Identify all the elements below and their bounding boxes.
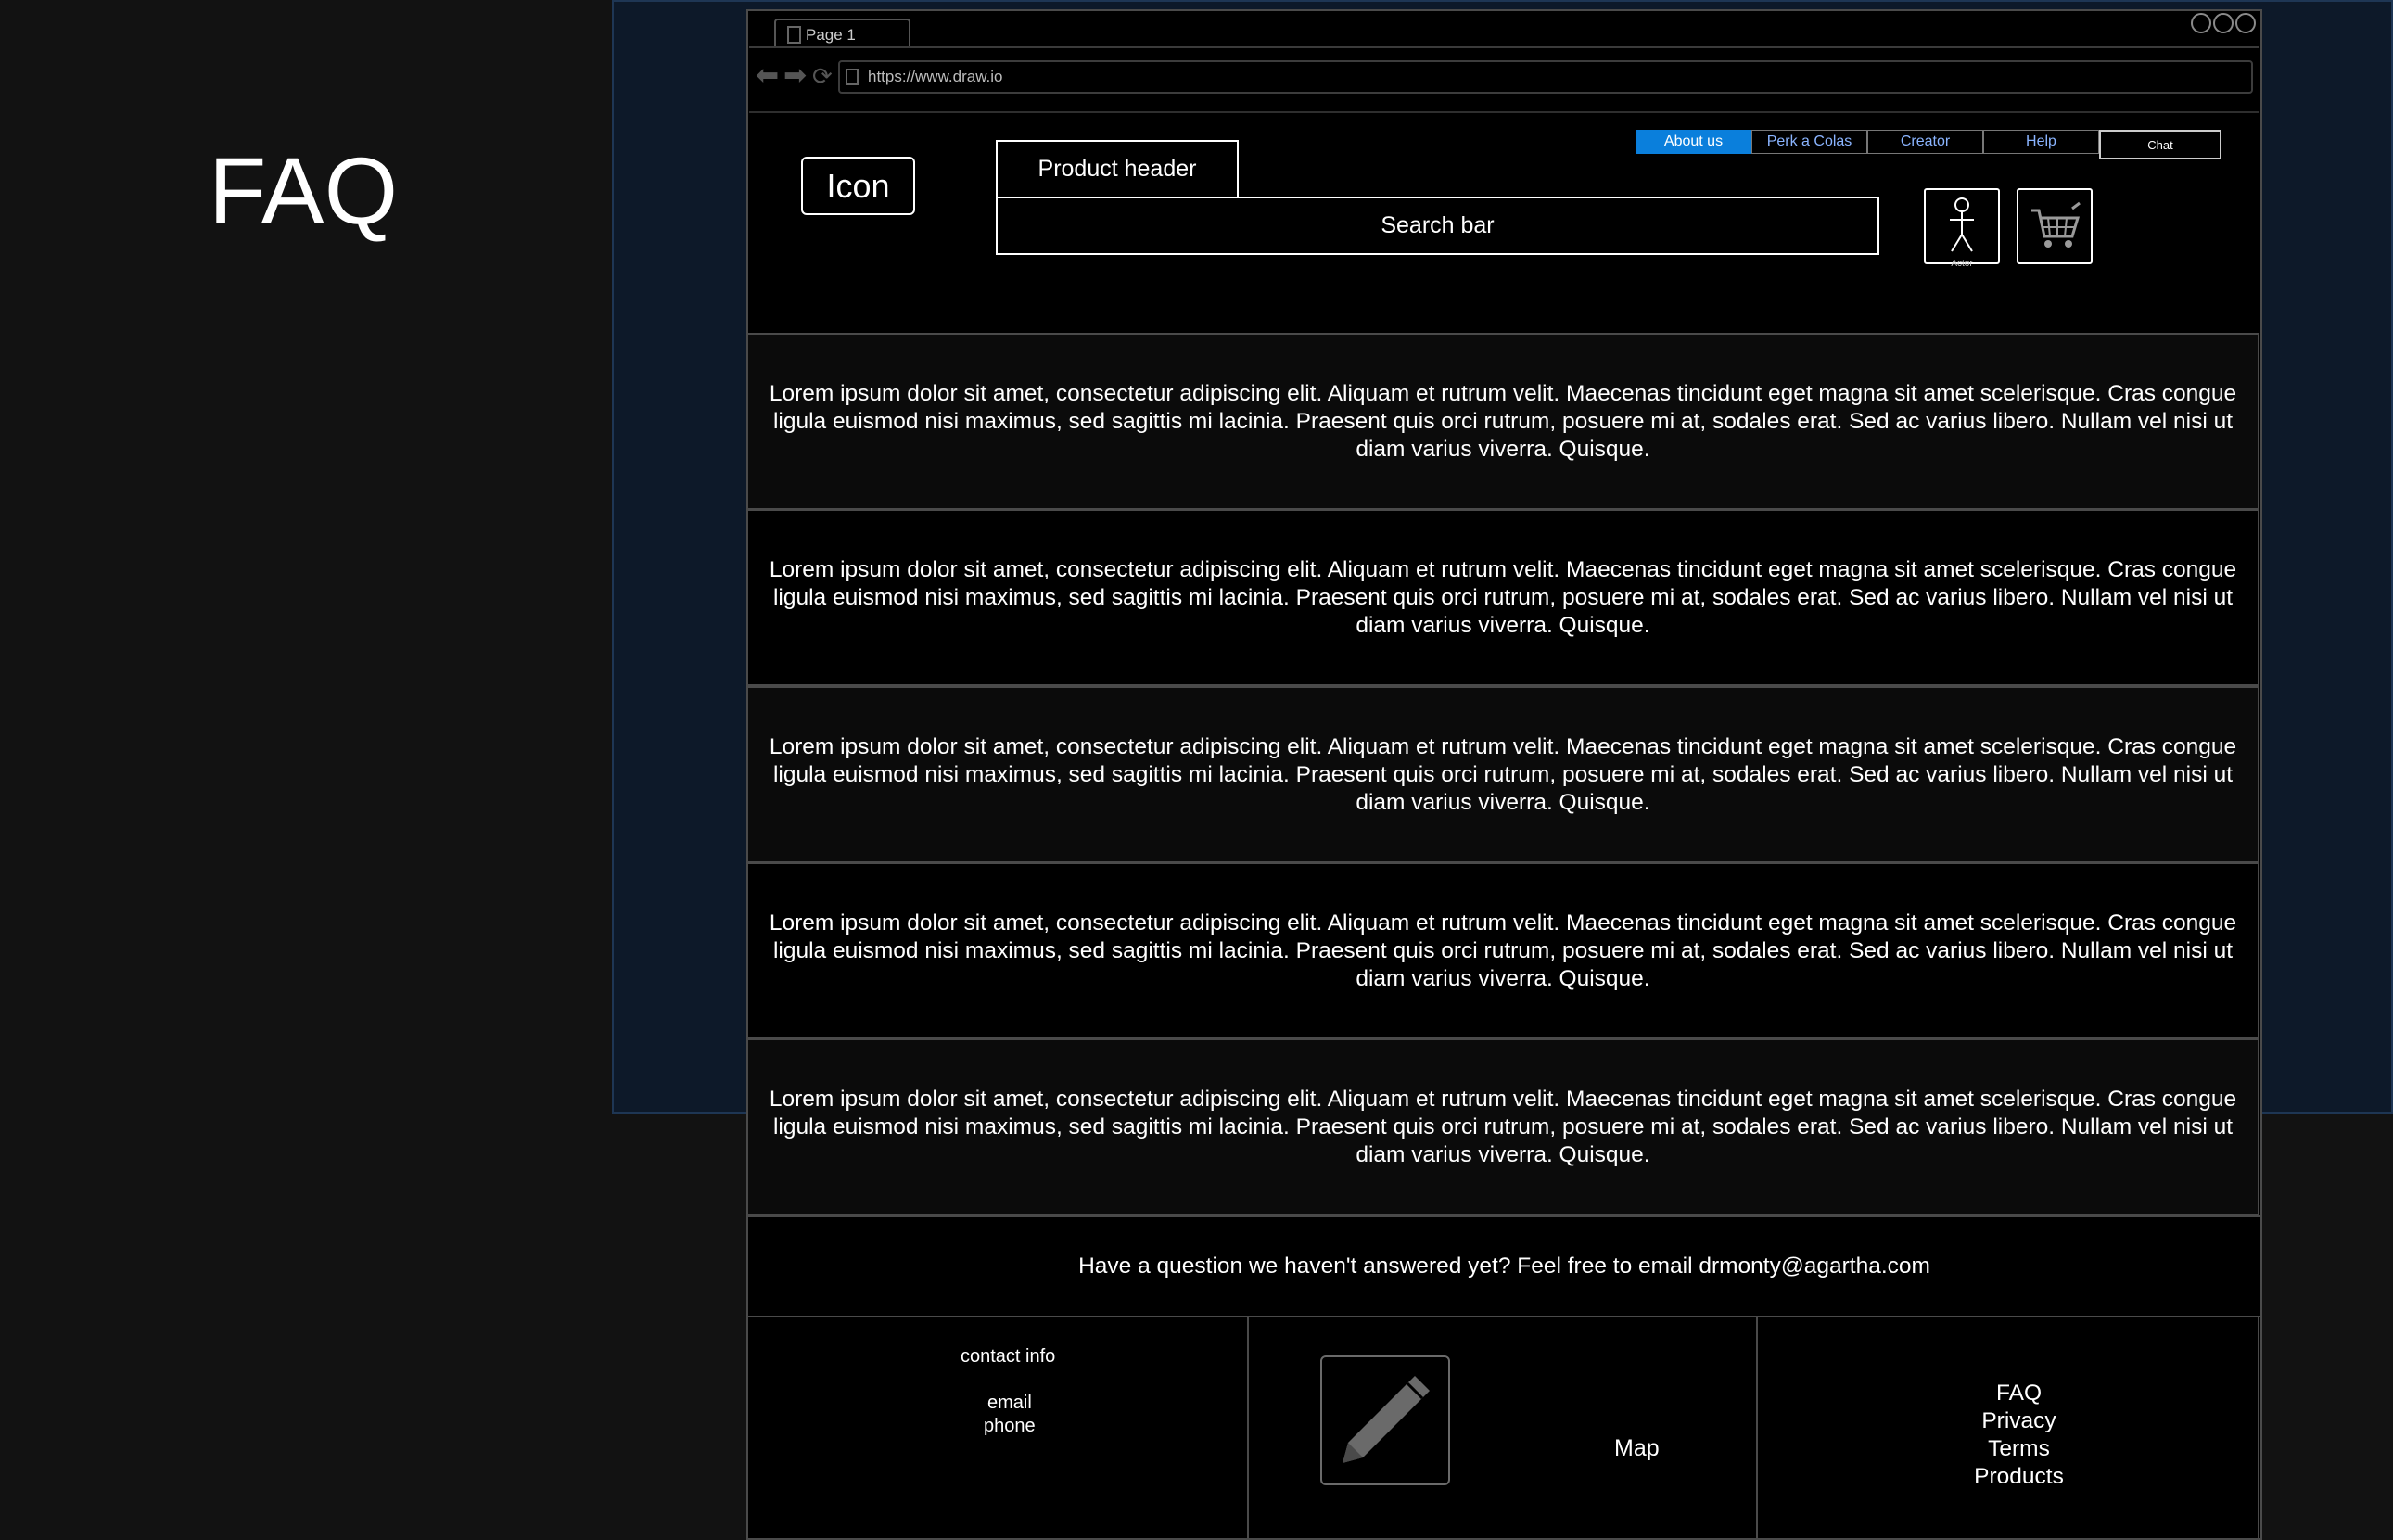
- footer-link-terms[interactable]: Terms: [1947, 1435, 2091, 1463]
- footer-link-products[interactable]: Products: [1947, 1463, 2091, 1491]
- faq-item[interactable]: Lorem ipsum dolor sit amet, consectetur …: [746, 686, 2259, 863]
- actor-label: Actor: [1951, 259, 1973, 269]
- chat-button[interactable]: Chat: [2099, 130, 2221, 159]
- actor-icon[interactable]: [1924, 188, 2000, 264]
- contact-info-label: contact info: [961, 1346, 1056, 1367]
- reload-icon[interactable]: ⟳: [812, 62, 833, 90]
- footer-link-privacy[interactable]: Privacy: [1947, 1407, 2091, 1435]
- page-icon: [787, 26, 801, 44]
- menu-item-about-us[interactable]: About us: [1636, 130, 1751, 154]
- window-close-icon[interactable]: [2235, 13, 2256, 33]
- menu-item-perk-a-colas[interactable]: Perk a Colas: [1751, 130, 1867, 154]
- page-icon: [846, 69, 859, 85]
- window-maximize-icon[interactable]: [2213, 13, 2234, 33]
- back-arrow-icon[interactable]: ⬅: [756, 62, 779, 90]
- contact-phone-link[interactable]: phone: [984, 1416, 1036, 1437]
- tab-divider: [749, 46, 2259, 48]
- url-text: https://www.draw.io: [868, 68, 1003, 85]
- menu-item-creator[interactable]: Creator: [1867, 130, 1983, 154]
- search-bar[interactable]: Search bar: [996, 197, 1879, 255]
- footer-links: FAQ Privacy Terms Products: [1947, 1380, 2091, 1491]
- faq-item[interactable]: Lorem ipsum dolor sit amet, consectetur …: [746, 862, 2259, 1039]
- pencil-icon[interactable]: [1320, 1355, 1450, 1485]
- map-label[interactable]: Map: [1614, 1435, 1660, 1462]
- page-title: FAQ: [209, 138, 399, 244]
- shopping-cart-icon[interactable]: [2017, 188, 2093, 264]
- top-menu: About us Perk a Colas Creator Help Chat: [1636, 130, 2221, 159]
- faq-item[interactable]: Lorem ipsum dolor sit amet, consectetur …: [746, 1038, 2259, 1215]
- forward-arrow-icon[interactable]: ➡: [783, 62, 807, 90]
- menu-item-help[interactable]: Help: [1983, 130, 2099, 154]
- window-minimize-icon[interactable]: [2191, 13, 2211, 33]
- logo-icon-button[interactable]: Icon: [801, 157, 915, 215]
- faq-item[interactable]: Lorem ipsum dolor sit amet, consectetur …: [746, 509, 2259, 686]
- contact-question-banner: Have a question we haven't answered yet?…: [746, 1215, 2262, 1317]
- contact-email-link[interactable]: email: [987, 1393, 1032, 1414]
- url-bar[interactable]: https://www.draw.io: [838, 60, 2253, 94]
- browser-tab[interactable]: Page 1: [774, 19, 910, 48]
- faq-item[interactable]: Lorem ipsum dolor sit amet, consectetur …: [746, 333, 2259, 510]
- product-header[interactable]: Product header: [996, 140, 1239, 198]
- chrome-divider: [749, 111, 2259, 113]
- tab-label: Page 1: [806, 26, 856, 44]
- footer-link-faq[interactable]: FAQ: [1947, 1380, 2091, 1407]
